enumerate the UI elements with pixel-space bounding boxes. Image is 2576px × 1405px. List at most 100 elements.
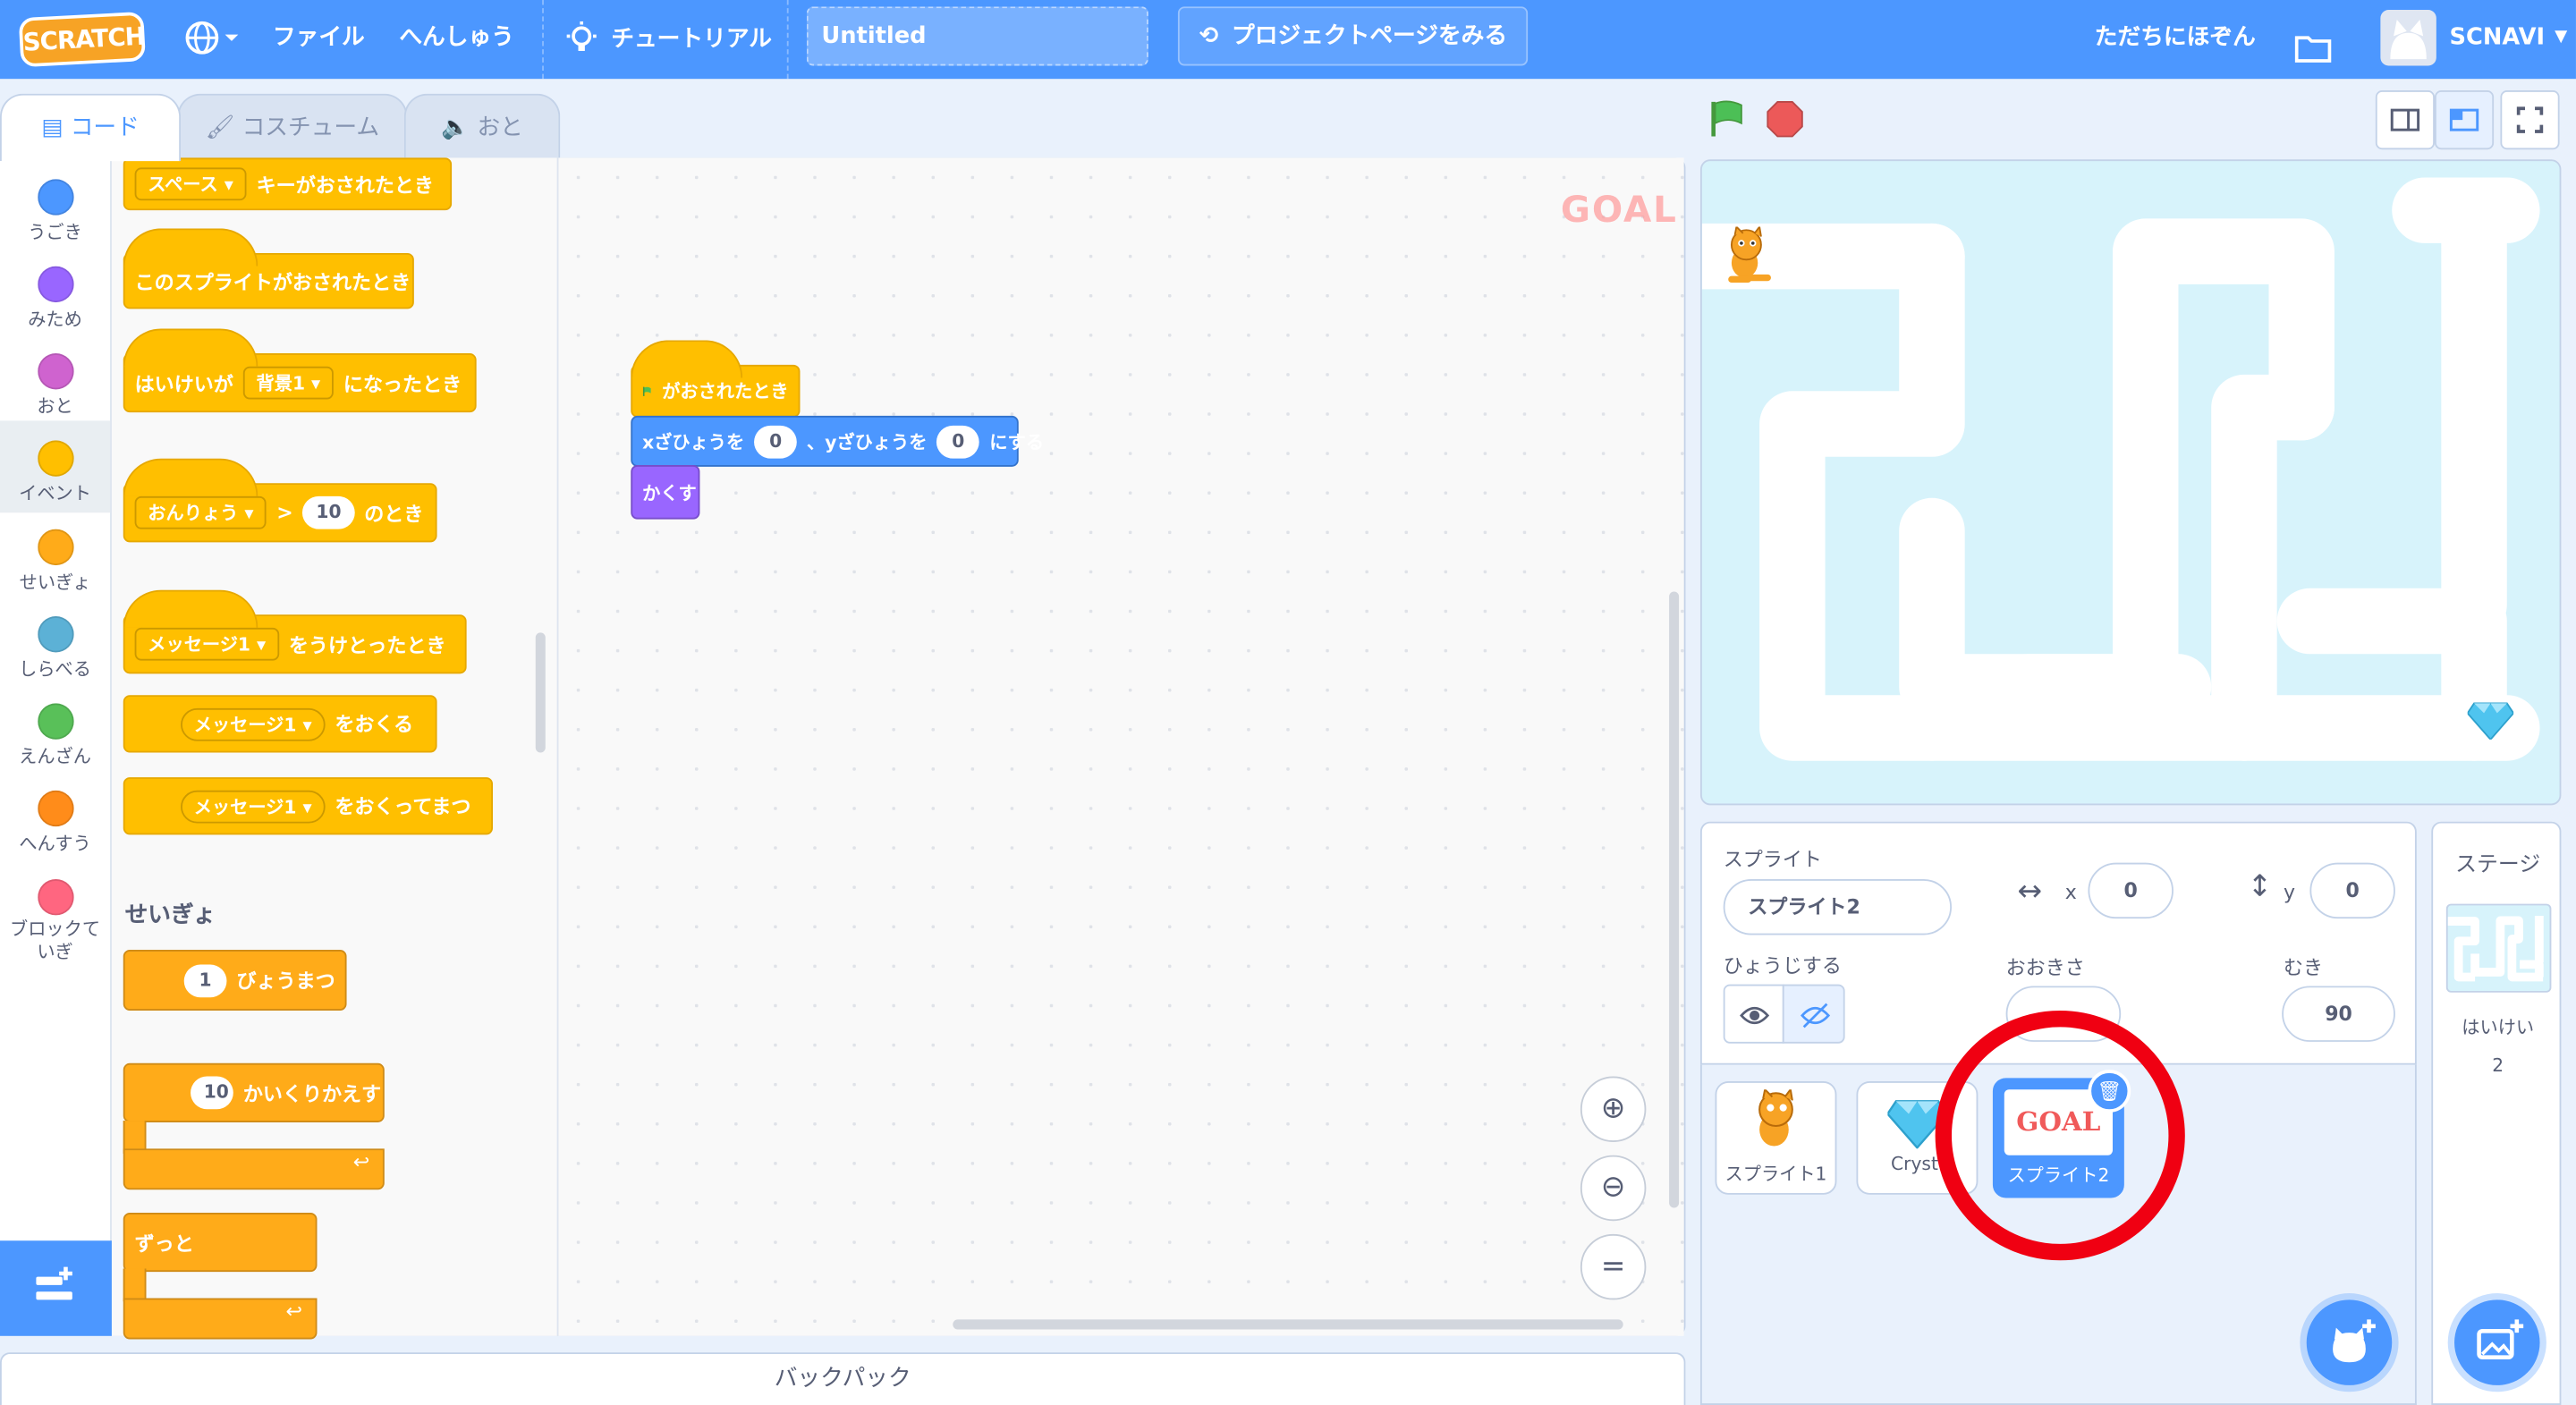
- block-text: かいくりかえす: [242, 1081, 382, 1105]
- category-motion[interactable]: うごき: [0, 165, 110, 250]
- small-stage-button[interactable]: [2375, 90, 2435, 150]
- hat-cap: [123, 589, 258, 628]
- hide-sprite-button[interactable]: [1782, 984, 1845, 1044]
- backpack[interactable]: バックパック: [0, 1352, 1686, 1405]
- add-sprite-cat-icon: [2333, 1319, 2376, 1363]
- tab-code[interactable]: ▤ コード: [0, 93, 182, 162]
- key-dropdown[interactable]: スペース ▾: [134, 167, 247, 201]
- add-extension-button[interactable]: [0, 1240, 112, 1336]
- save-now-button[interactable]: ただちにほぞん: [2095, 0, 2256, 79]
- when-backdrop-switches-block[interactable]: はいけいが 背景1 ▾ になったとき: [123, 328, 477, 413]
- choose-backdrop-button[interactable]: [2454, 1299, 2540, 1385]
- see-project-page-button[interactable]: ⟲ プロジェクトページをみる: [1177, 6, 1529, 66]
- wait-seconds-input[interactable]: 1: [183, 963, 227, 997]
- sensor-dropdown[interactable]: おんりょう ▾: [134, 495, 267, 529]
- zoom-in-button[interactable]: ⊕: [1580, 1076, 1647, 1142]
- category-label: イベント: [19, 483, 91, 505]
- add-extension-icon: [36, 1266, 72, 1300]
- fullscreen-button[interactable]: [2500, 90, 2560, 150]
- maze-thumbnail: [2447, 915, 2544, 982]
- my-stuff-button[interactable]: [2293, 20, 2333, 63]
- lightbulb-icon: [566, 21, 597, 51]
- block-text: はいけいが: [134, 372, 233, 395]
- when-greater-than-block[interactable]: おんりょう ▾ > 10 のとき: [123, 458, 437, 543]
- category-sensing[interactable]: しらべる: [0, 601, 110, 687]
- category-dot: [37, 440, 73, 477]
- tutorials-menu[interactable]: チュートリアル: [565, 0, 772, 79]
- account-menu[interactable]: SCNAVI ▼: [2450, 0, 2568, 79]
- cat-sprite[interactable]: [1718, 224, 1774, 292]
- cat-icon: [1728, 224, 1771, 284]
- sprite-direction-input[interactable]: 90: [2282, 986, 2395, 1042]
- message-dropdown[interactable]: メッセージ1 ▾: [181, 707, 326, 741]
- stage[interactable]: [1699, 159, 2562, 806]
- avatar[interactable]: [2380, 10, 2436, 66]
- category-label: おと: [37, 395, 73, 418]
- block-text: をおくってまつ: [335, 795, 471, 819]
- block-text: をうけとったとき: [288, 633, 446, 657]
- project-title-input[interactable]: Untitled: [806, 6, 1148, 66]
- tab-sounds-label: おと: [477, 114, 523, 142]
- hide-block[interactable]: かくす: [631, 464, 700, 520]
- script-workspace[interactable]: [558, 157, 1684, 1336]
- message-dropdown[interactable]: メッセージ1 ▾: [181, 789, 326, 823]
- block-text: 、yざひょうを: [807, 431, 928, 453]
- vertical-arrows-icon: ↕: [2247, 868, 2273, 904]
- category-dot: [37, 179, 73, 216]
- wait-seconds-block[interactable]: 1 びょうまつ: [123, 950, 347, 1011]
- category-events[interactable]: イベント: [0, 420, 111, 513]
- sprite-x-input[interactable]: 0: [2088, 862, 2174, 919]
- when-key-pressed-block[interactable]: スペース ▾ キーがおされたとき: [123, 157, 453, 211]
- crystal-sprite[interactable]: [2466, 700, 2515, 746]
- forever-block[interactable]: ずっと: [123, 1213, 318, 1273]
- category-operators[interactable]: えんざん: [0, 689, 110, 774]
- when-receive-block[interactable]: メッセージ1 ▾ をうけとったとき: [123, 589, 467, 674]
- go-to-xy-block[interactable]: xざひょうを 0 、yざひょうを 0 にする: [631, 415, 1044, 467]
- file-menu[interactable]: ファイル: [273, 0, 365, 79]
- green-flag-icon: [642, 386, 651, 396]
- category-looks[interactable]: みため: [0, 251, 110, 337]
- broadcast-and-wait-block[interactable]: メッセージ1 ▾ をおくってまつ: [123, 777, 494, 835]
- scratch-logo[interactable]: SCRATCH: [18, 11, 146, 68]
- workspace-vertical-scrollbar[interactable]: [1669, 591, 1680, 1208]
- when-flag-clicked-block[interactable]: がおされたとき: [631, 340, 801, 418]
- workspace-horizontal-scrollbar[interactable]: [953, 1319, 1623, 1330]
- sprite-name-input[interactable]: スプライト2: [1723, 879, 1952, 935]
- costume-preview-text: GOAL: [1560, 190, 1678, 233]
- zoom-reset-button[interactable]: =: [1580, 1233, 1647, 1300]
- repeat-count-input[interactable]: 10: [191, 1076, 233, 1110]
- category-variables[interactable]: へんすう: [0, 775, 110, 861]
- backdrop-dropdown[interactable]: 背景1 ▾: [242, 366, 334, 400]
- zoom-out-button[interactable]: ⊖: [1580, 1155, 1647, 1222]
- x-input[interactable]: 0: [754, 424, 798, 458]
- chevron-down-icon: ▼: [2555, 28, 2568, 47]
- message-dropdown[interactable]: メッセージ1 ▾: [134, 627, 279, 661]
- backdrop-thumbnail[interactable]: [2445, 903, 2552, 993]
- fullscreen-icon: [2516, 106, 2544, 133]
- category-control[interactable]: せいぎょ: [0, 514, 110, 600]
- stop-button[interactable]: [1766, 100, 1803, 138]
- sprite-thumbnail[interactable]: スプライト1: [1715, 1081, 1837, 1195]
- large-stage-button[interactable]: [2434, 90, 2495, 150]
- sprite-y-input[interactable]: 0: [2309, 862, 2395, 919]
- broadcast-block[interactable]: メッセージ1 ▾ をおくる: [123, 695, 437, 753]
- green-flag-button[interactable]: [1708, 98, 1748, 138]
- edit-menu[interactable]: へんしゅう: [399, 0, 514, 79]
- category-sound[interactable]: おと: [0, 339, 110, 425]
- tab-sounds[interactable]: 🔈 おと: [403, 93, 561, 160]
- palette-scrollbar[interactable]: [535, 632, 546, 753]
- choose-sprite-button[interactable]: [2306, 1299, 2393, 1385]
- message-dropdown-value: メッセージ1: [193, 796, 297, 818]
- show-label: ひょうじする: [1723, 954, 1842, 978]
- repeat-block[interactable]: 10 かいくりかえす: [123, 1062, 385, 1122]
- category-my-blocks[interactable]: ブロックていぎ: [0, 864, 110, 963]
- threshold-input[interactable]: 10: [302, 495, 355, 529]
- when-sprite-clicked-block[interactable]: このスプライトがおされたとき: [123, 228, 414, 309]
- y-input[interactable]: 0: [936, 424, 980, 458]
- show-sprite-button[interactable]: [1723, 984, 1784, 1044]
- language-menu[interactable]: [184, 0, 240, 79]
- loop-arrow-icon: ↩: [285, 1299, 302, 1324]
- tutorials-label: チュートリアル: [611, 26, 773, 53]
- tab-costumes[interactable]: 🖌 コスチューム: [177, 93, 408, 160]
- category-dot: [37, 703, 73, 740]
